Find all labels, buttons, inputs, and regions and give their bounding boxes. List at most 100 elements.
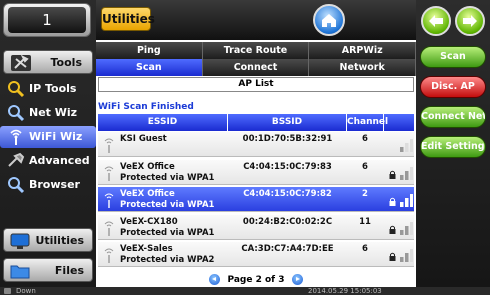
status-bar: Down 2014.05.29 15:05:03 (0, 287, 490, 295)
main-content: Ping Trace Route ARPWiz Scan Connect Net… (96, 40, 417, 287)
link-status-icon (4, 288, 11, 294)
tab-trace-route[interactable]: Trace Route (202, 42, 310, 59)
lock-icon (389, 170, 396, 179)
channel: 6 (362, 134, 368, 144)
signal-strength-icon (400, 166, 413, 180)
tab-ping[interactable]: Ping (96, 42, 203, 59)
tab-connect[interactable]: Connect (202, 59, 310, 76)
link-status: Down (16, 287, 36, 295)
top-bar: Utilities (96, 0, 416, 40)
table-row[interactable]: VeEX Office Protected via WPA1 C4:04:15:… (98, 187, 414, 212)
security: Protected via WPA2 (120, 255, 215, 265)
monitor-icon (10, 233, 30, 249)
connect-net-button[interactable]: Connect Net (420, 106, 486, 128)
utilities-button[interactable]: Utilities (3, 228, 93, 252)
essid: VeEX Office (120, 161, 175, 172)
essid: VeEX-Sales (120, 244, 173, 254)
next-page-button[interactable] (291, 274, 303, 285)
lock-icon (389, 252, 396, 261)
scan-status: WiFi Scan Finished (98, 102, 194, 112)
left-panel: 1 Tools IP Tools Net Wiz WiFi Wiz Advanc… (0, 0, 96, 287)
files-button[interactable]: Files (3, 258, 93, 282)
table-row[interactable]: KSI Guest 00:1D:70:5B:32:91 6 (98, 132, 414, 157)
tab-arpwiz[interactable]: ARPWiz (309, 42, 417, 59)
tools-icon (11, 54, 31, 71)
column-header-essid[interactable]: ESSID (98, 114, 228, 131)
column-header-signal (384, 114, 414, 131)
datetime: 2014.05.29 15:05:03 (308, 287, 382, 295)
lock-icon (389, 197, 396, 206)
signal-strength-icon (400, 139, 413, 152)
channel: 11 (359, 216, 371, 227)
advanced-icon (8, 152, 25, 167)
tab-row-wifi: Scan Connect Network (96, 59, 417, 76)
sidebar-item-net-wiz[interactable]: Net Wiz (3, 102, 95, 124)
folder-icon (10, 265, 30, 279)
sidebar-item-label: WiFi Wiz (29, 130, 83, 143)
tab-row-tools: Ping Trace Route ARPWiz (96, 42, 417, 59)
forward-button[interactable] (455, 6, 485, 36)
channel: 2 (362, 189, 368, 199)
sidebar-item-label: Browser (29, 178, 80, 191)
files-label: Files (54, 264, 84, 277)
essid: VeEX-CX180 (120, 216, 178, 227)
bssid: 00:1D:70:5B:32:91 (242, 134, 333, 144)
disconnect-ap-button[interactable]: Disc. AP (420, 76, 486, 98)
home-icon (322, 14, 336, 27)
tab-network[interactable]: Network (309, 59, 417, 76)
ap-list-title: AP List (98, 77, 414, 92)
wifi-icon (10, 129, 22, 145)
security: Protected via WPA1 (120, 172, 215, 183)
table-row[interactable]: VeEX-CX180 Protected via WPA1 00:24:B2:C… (98, 214, 414, 240)
scan-button[interactable]: Scan (420, 46, 486, 68)
home-button[interactable] (313, 4, 345, 36)
bssid: C4:04:15:0C:79:83 (243, 161, 332, 172)
browser-icon (8, 177, 25, 194)
sidebar-item-label: IP Tools (29, 82, 77, 95)
wifi-access-point-icon (104, 193, 114, 208)
signal-strength-icon (400, 221, 413, 235)
lock-icon (389, 225, 396, 234)
table-row[interactable]: VeEX-Sales Protected via WPA2 CA:3D:C7:A… (98, 242, 414, 267)
arrow-left-icon (429, 15, 443, 27)
sidebar-item-browser[interactable]: Browser (3, 174, 95, 196)
column-header-bssid[interactable]: BSSID (228, 114, 347, 131)
tools-button[interactable]: Tools (3, 50, 93, 74)
table-row[interactable]: VeEX Office Protected via WPA1 C4:04:15:… (98, 159, 414, 185)
wifi-access-point-icon (104, 221, 114, 236)
sidebar-item-advanced[interactable]: Advanced (3, 150, 95, 172)
bssid: 00:24:B2:C0:02:2C (242, 216, 333, 227)
sidebar-item-wifi-wiz[interactable]: WiFi Wiz (0, 126, 96, 148)
arrow-right-icon (463, 15, 477, 27)
net-wiz-icon (8, 105, 25, 122)
utilities-label: Utilities (35, 234, 84, 247)
port-selector-button[interactable]: 1 (3, 3, 91, 37)
sidebar-item-label: Net Wiz (29, 106, 78, 119)
pagination: Page 2 of 3 (96, 274, 416, 287)
column-header-channel[interactable]: Channel (347, 114, 388, 131)
security: Protected via WPA1 (120, 200, 215, 210)
channel: 6 (362, 244, 368, 254)
ip-tools-icon (8, 81, 25, 98)
wifi-access-point-icon (104, 166, 114, 181)
page-indicator: Page 2 of 3 (227, 275, 285, 285)
bssid: CA:3D:C7:A4:7D:EE (241, 244, 334, 254)
sidebar-item-ip-tools[interactable]: IP Tools (3, 78, 95, 100)
bssid: C4:04:15:0C:79:82 (243, 189, 332, 199)
signal-strength-icon (400, 249, 413, 262)
signal-strength-icon (400, 194, 413, 207)
edit-settings-button[interactable]: Edit Settings (420, 136, 486, 158)
essid: KSI Guest (120, 134, 167, 144)
tools-label: Tools (50, 56, 82, 69)
wifi-access-point-icon (104, 248, 114, 263)
right-panel: Scan Disc. AP Connect Net Edit Settings (416, 0, 490, 287)
tab-scan[interactable]: Scan (96, 59, 203, 76)
app-title: Utilities (101, 7, 155, 31)
port-label: 1 (8, 7, 86, 33)
wifi-access-point-icon (104, 138, 114, 153)
prev-page-button[interactable] (209, 274, 221, 285)
table-header: ESSID BSSID Channel (98, 114, 414, 131)
sidebar-item-label: Advanced (29, 154, 90, 167)
essid: VeEX Office (120, 189, 175, 199)
back-button[interactable] (421, 6, 451, 36)
